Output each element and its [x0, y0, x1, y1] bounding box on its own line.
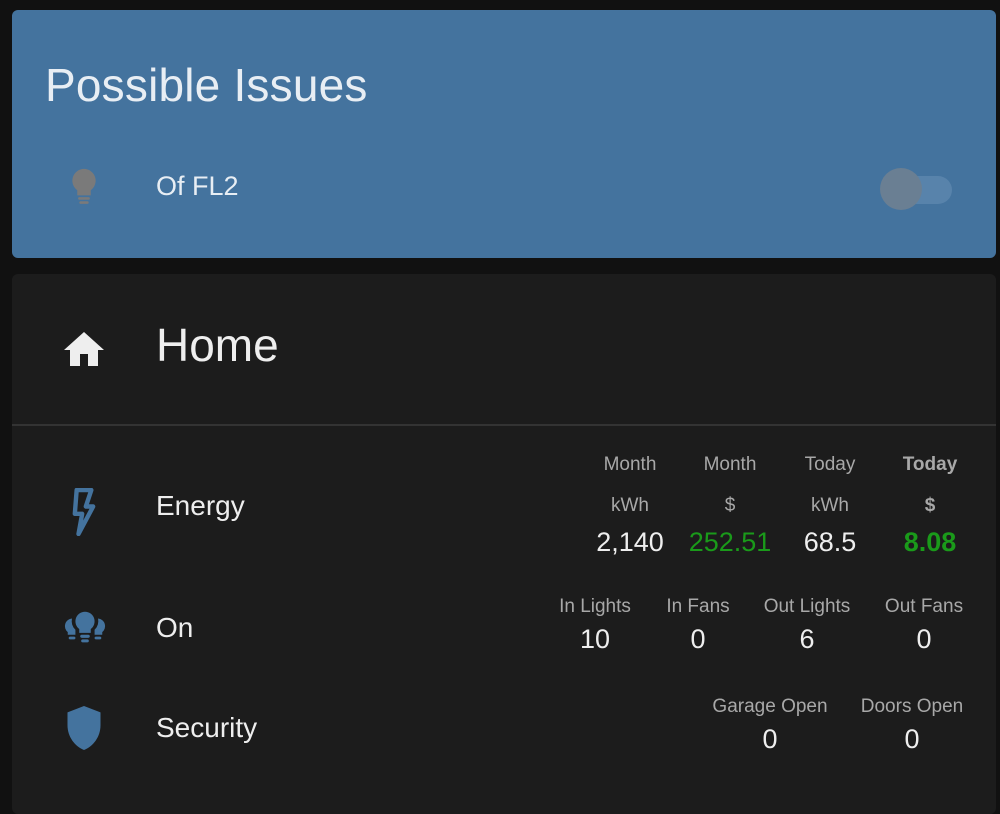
issue-row-of-fl2[interactable]: Of FL2 — [12, 160, 996, 214]
security-col-header: Doors Open — [860, 696, 964, 717]
issue-label: Of FL2 — [156, 171, 239, 201]
shield-icon — [67, 706, 101, 750]
energy-today-cost-value: 8.08 — [903, 527, 957, 557]
security-garage-open: Garage Open 0 — [706, 696, 834, 755]
possible-issues-card: Possible Issues Of FL2 — [12, 10, 996, 258]
energy-col-header-1: Today — [902, 454, 958, 475]
on-row[interactable]: On In Lights 10 In Fans 0 Out Lights 6 O… — [12, 592, 996, 672]
energy-col-header-1: Month — [603, 454, 657, 475]
on-col-header: Out Lights — [763, 596, 851, 617]
energy-today-kwh-value: 68.5 — [803, 527, 857, 557]
security-doors-open-value: 0 — [904, 724, 920, 754]
energy-col-header-1: Today — [804, 454, 856, 475]
energy-month-kwh-value: 2,140 — [596, 527, 664, 557]
security-row[interactable]: Security Garage Open 0 Doors Open 0 — [12, 692, 996, 772]
energy-col-header-1: Month — [703, 454, 757, 475]
energy-month-kwh: Month kWh 2,140 — [580, 454, 680, 558]
home-card-title: Home — [156, 319, 279, 371]
on-out-fans-value: 0 — [916, 624, 932, 654]
energy-today-kwh: Today kWh 68.5 — [780, 454, 880, 558]
on-col-header: In Fans — [666, 596, 730, 617]
on-in-lights-value: 10 — [579, 624, 611, 654]
toggle-thumb — [880, 168, 922, 210]
on-out-fans: Out Fans 0 — [876, 596, 972, 655]
issue-toggle[interactable] — [880, 164, 956, 210]
energy-label: Energy — [156, 490, 245, 521]
energy-month-cost-value: 252.51 — [688, 527, 772, 557]
home-card: Home Energy Month kWh 2,140 Month $ 252.… — [12, 274, 996, 814]
on-out-lights-value: 6 — [799, 624, 815, 654]
on-col-header: Out Fans — [884, 596, 964, 617]
energy-col-header-2: kWh — [611, 495, 649, 516]
on-in-fans-value: 0 — [690, 624, 706, 654]
issues-card-title: Possible Issues — [45, 59, 368, 111]
home-card-header: Home — [12, 274, 996, 426]
security-doors-open: Doors Open 0 — [850, 696, 974, 755]
home-icon — [64, 332, 104, 366]
on-label: On — [156, 612, 194, 643]
on-col-header: In Lights — [559, 596, 631, 617]
energy-today-cost: Today $ 8.08 — [880, 454, 980, 558]
security-col-header: Garage Open — [712, 696, 828, 717]
security-garage-open-value: 0 — [762, 724, 778, 754]
lights-group-icon — [64, 611, 106, 643]
on-in-fans: In Fans 0 — [654, 596, 742, 655]
security-label: Security — [156, 712, 258, 743]
on-out-lights: Out Lights 6 — [756, 596, 858, 655]
energy-col-header-2: $ — [724, 495, 736, 516]
energy-month-cost: Month $ 252.51 — [680, 454, 780, 558]
energy-col-header-2: $ — [924, 495, 936, 516]
on-in-lights: In Lights 10 — [548, 596, 642, 655]
lightbulb-icon — [72, 168, 96, 204]
lightning-bolt-icon — [72, 488, 96, 536]
energy-row[interactable]: Energy Month kWh 2,140 Month $ 252.51 To… — [12, 450, 996, 570]
energy-col-header-2: kWh — [811, 495, 849, 516]
